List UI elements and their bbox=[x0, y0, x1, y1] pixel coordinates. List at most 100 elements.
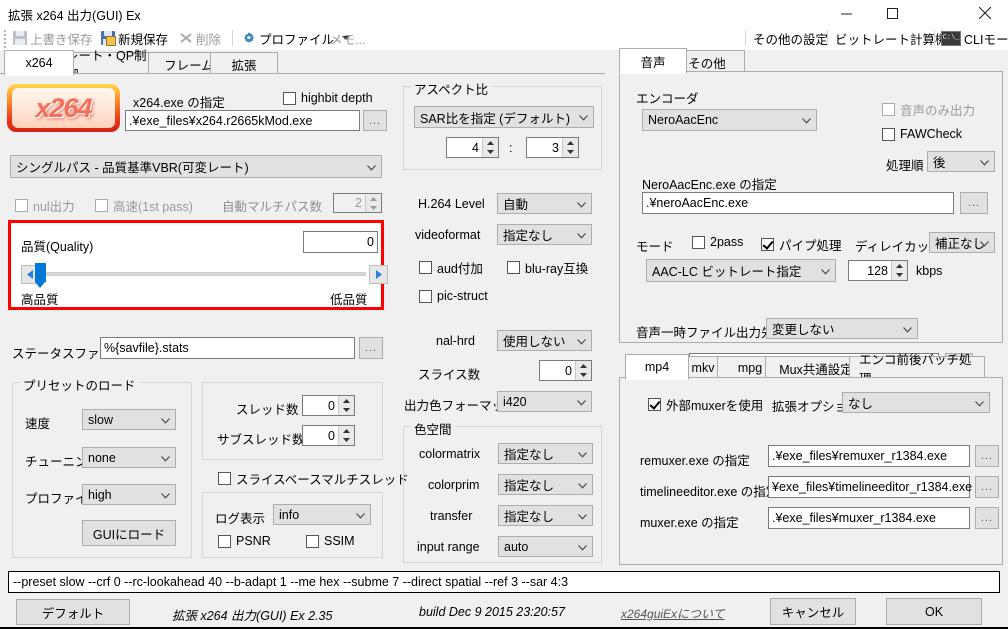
cli-mode-button[interactable]: C:\_ CLIモード bbox=[938, 28, 1008, 48]
threads-spin-buttons[interactable] bbox=[338, 396, 354, 415]
bitrate-spinner[interactable]: 128 bbox=[848, 260, 908, 281]
pic-struct-checkbox[interactable]: pic-struct bbox=[419, 289, 488, 303]
spin-up-icon[interactable] bbox=[892, 261, 907, 271]
spin-up-icon[interactable] bbox=[366, 194, 381, 203]
bitrate-spin-buttons[interactable] bbox=[891, 261, 907, 280]
quality-slider-thumb[interactable] bbox=[35, 263, 46, 288]
aud-checkbox[interactable]: aud付加 bbox=[419, 258, 483, 277]
delete-label: 削除 bbox=[196, 32, 222, 47]
input-range-combo[interactable]: auto bbox=[498, 536, 593, 557]
quality-value-input[interactable]: 0 bbox=[303, 231, 378, 253]
bluray-compat-checkbox[interactable]: blu-ray互換 bbox=[507, 258, 588, 277]
profile-combo[interactable]: high bbox=[82, 484, 176, 505]
load-to-gui-button[interactable]: GUIにロード bbox=[82, 520, 176, 546]
slice-count-spin-buttons[interactable] bbox=[575, 361, 591, 380]
transfer-combo[interactable]: 指定なし bbox=[498, 505, 593, 526]
x264-exe-input[interactable]: .¥exe_files¥x264.r2665kMod.exe bbox=[125, 110, 360, 131]
memo-button[interactable]: メモ... bbox=[327, 28, 368, 48]
tab-mp4[interactable]: mp4 bbox=[625, 354, 689, 380]
status-file-browse-button[interactable]: ... bbox=[359, 337, 383, 359]
other-settings-button[interactable]: その他の設定 bbox=[750, 28, 831, 48]
slice-count-spinner[interactable]: 0 bbox=[539, 360, 592, 381]
h264-level-combo[interactable]: 自動 bbox=[497, 193, 592, 214]
sub-threads-spin-buttons[interactable] bbox=[338, 426, 354, 445]
nul-output-checkbox[interactable]: nul出力 bbox=[15, 196, 75, 215]
spin-down-icon[interactable] bbox=[366, 203, 381, 212]
tab-x264[interactable]: x264 bbox=[4, 50, 74, 76]
sar-denominator-spinner[interactable]: 3 bbox=[526, 137, 579, 158]
spin-up-icon[interactable] bbox=[339, 426, 354, 436]
ok-button[interactable]: OK bbox=[886, 598, 982, 625]
auto-multipass-spinner[interactable]: 2 bbox=[333, 193, 382, 213]
spin-up-icon[interactable] bbox=[483, 138, 498, 148]
muxer-path-input[interactable]: .¥exe_files¥muxer_r1384.exe bbox=[768, 507, 970, 529]
pipe-process-checkbox[interactable]: パイプ処理 bbox=[761, 235, 842, 254]
tab-extended[interactable]: 拡張 bbox=[210, 52, 278, 75]
psnr-checkbox[interactable]: PSNR bbox=[218, 534, 271, 548]
twopass-checkbox[interactable]: 2pass bbox=[692, 235, 743, 249]
sar-den-spin-buttons[interactable] bbox=[562, 138, 578, 157]
aspect-mode-combo[interactable]: SAR比を指定 (デフォルト) bbox=[414, 106, 594, 128]
maximize-button[interactable] bbox=[869, 0, 915, 26]
slicebase-mt-checkbox[interactable]: スライスベースマルチスレッド bbox=[218, 469, 409, 488]
delaycut-combo[interactable]: 補正なし bbox=[929, 232, 995, 253]
audio-exe-browse-button[interactable]: ... bbox=[960, 192, 988, 214]
muxer-browse-button[interactable]: ... bbox=[975, 507, 999, 529]
threads-spinner[interactable]: 0 bbox=[302, 395, 355, 416]
audio-temp-output-combo[interactable]: 変更しない bbox=[766, 318, 918, 339]
chevron-down-icon bbox=[578, 482, 587, 489]
sub-threads-spinner[interactable]: 0 bbox=[302, 425, 355, 446]
spin-down-icon[interactable] bbox=[563, 148, 578, 158]
audio-exe-input[interactable]: .¥neroAacEnc.exe bbox=[642, 192, 954, 214]
quality-slider-right-button[interactable] bbox=[369, 265, 388, 284]
tuning-combo[interactable]: none bbox=[82, 447, 176, 468]
highbit-depth-checkbox[interactable]: highbit depth bbox=[283, 91, 373, 105]
timelineeditor-browse-button[interactable]: ... bbox=[975, 476, 999, 498]
default-button[interactable]: デフォルト bbox=[16, 599, 130, 625]
colorprim-combo[interactable]: 指定なし bbox=[498, 474, 593, 495]
twopass-label: 2pass bbox=[710, 235, 744, 249]
videoformat-combo[interactable]: 指定なし bbox=[497, 224, 592, 245]
timelineeditor-path-input[interactable]: ¥exe_files¥timelineeditor_r1384.exe bbox=[768, 476, 972, 498]
spin-down-icon[interactable] bbox=[576, 371, 591, 381]
fawcheck-checkbox[interactable]: FAWCheck bbox=[882, 127, 962, 141]
ext-option-combo[interactable]: なし bbox=[842, 392, 990, 413]
remuxer-browse-button[interactable]: ... bbox=[975, 445, 999, 467]
bitrate-calculator-button[interactable]: ビットレート計算機 bbox=[832, 28, 951, 48]
title-bar: 拡張 x264 出力(GUI) Ex bbox=[0, 0, 1008, 26]
spin-down-icon[interactable] bbox=[339, 406, 354, 416]
minimize-button[interactable] bbox=[823, 0, 869, 26]
auto-multipass-spin-buttons[interactable] bbox=[365, 194, 381, 212]
spin-down-icon[interactable] bbox=[483, 148, 498, 158]
status-file-input[interactable]: %{savfile}.stats bbox=[100, 337, 355, 359]
process-order-combo[interactable]: 後 bbox=[927, 151, 995, 172]
command-line-preview[interactable]: --preset slow --crf 0 --rc-lookahead 40 … bbox=[8, 571, 1000, 593]
close-button[interactable] bbox=[961, 0, 1008, 26]
audio-only-checkbox[interactable]: 音声のみ出力 bbox=[882, 100, 975, 119]
spin-up-icon[interactable] bbox=[563, 138, 578, 148]
spin-up-icon[interactable] bbox=[339, 396, 354, 406]
cancel-button[interactable]: キャンセル bbox=[770, 598, 856, 625]
spin-down-icon[interactable] bbox=[892, 271, 907, 281]
use-external-muxer-checkbox[interactable]: 外部muxerを使用 bbox=[648, 395, 763, 414]
speed-combo[interactable]: slow bbox=[82, 409, 176, 430]
bitrate-mode-combo[interactable]: AAC-LC ビットレート指定 bbox=[646, 259, 836, 282]
remuxer-path-input[interactable]: .¥exe_files¥remuxer_r1384.exe bbox=[768, 445, 970, 467]
fast-1st-pass-checkbox[interactable]: 高速(1st pass) bbox=[95, 196, 193, 215]
spin-down-icon[interactable] bbox=[339, 436, 354, 446]
log-display-combo[interactable]: info bbox=[273, 504, 371, 525]
sar-numerator-spinner[interactable]: 4 bbox=[446, 137, 499, 158]
tab-audio[interactable]: 音声 bbox=[619, 48, 687, 74]
tab-batch-process[interactable]: エンコ前後バッチ処理 bbox=[849, 353, 985, 386]
colormatrix-combo[interactable]: 指定なし bbox=[498, 443, 593, 464]
encode-mode-combo[interactable]: シングルパス - 品質基準VBR(可変レート) bbox=[10, 155, 382, 178]
nal-hrd-combo[interactable]: 使用しない bbox=[497, 330, 592, 351]
spin-up-icon[interactable] bbox=[576, 361, 591, 371]
sar-num-spin-buttons[interactable] bbox=[482, 138, 498, 157]
output-color-format-combo[interactable]: i420 bbox=[497, 391, 592, 412]
ssim-checkbox[interactable]: SSIM bbox=[306, 534, 355, 548]
about-link[interactable]: x264guiExについて bbox=[621, 605, 725, 622]
delete-button[interactable]: 削除 bbox=[176, 28, 224, 48]
x264-exe-browse-button[interactable]: ... bbox=[363, 110, 387, 131]
encoder-combo[interactable]: NeroAacEnc bbox=[642, 109, 817, 131]
